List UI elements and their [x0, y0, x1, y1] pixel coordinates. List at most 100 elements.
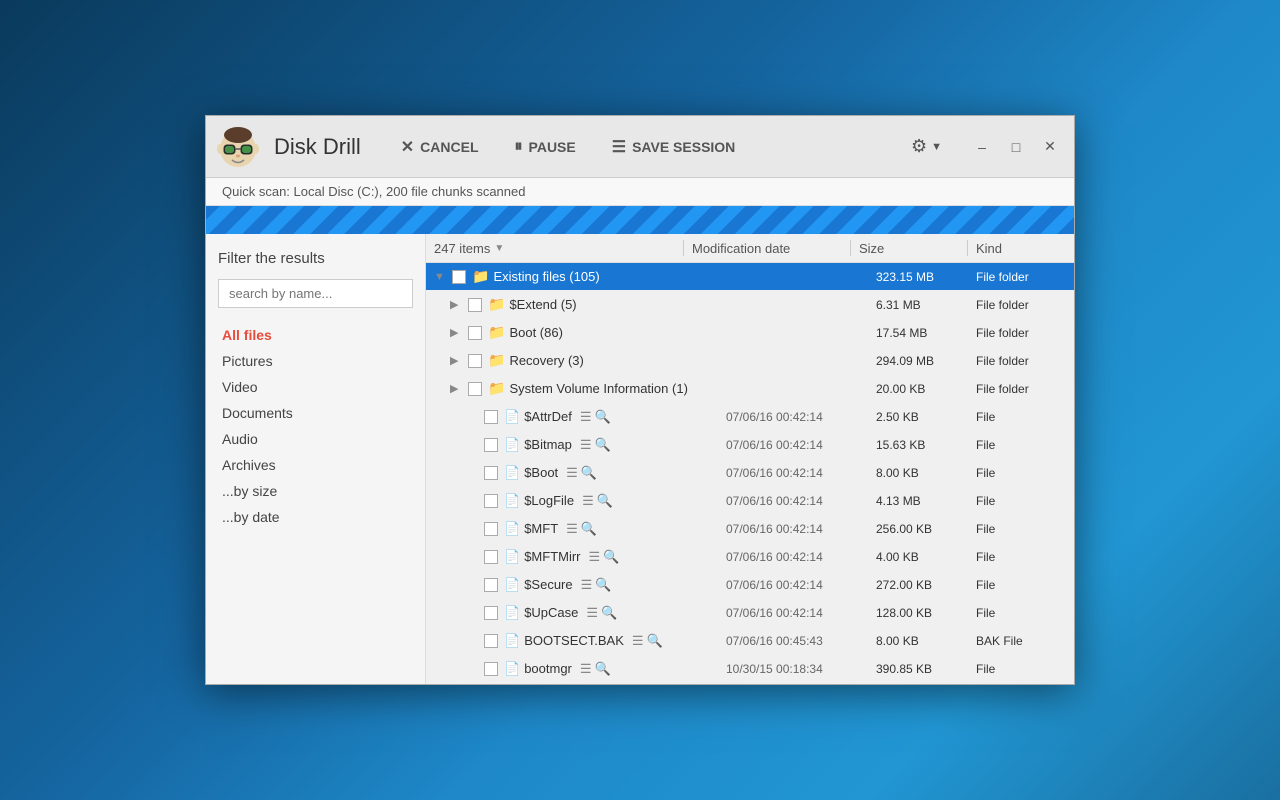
file-icon: 📄	[504, 437, 520, 453]
view-file-icon[interactable]: ☰	[566, 521, 578, 537]
search-file-icon[interactable]: 🔍	[647, 633, 663, 649]
view-file-icon[interactable]: ☰	[580, 437, 592, 453]
row-filename: $Bitmap	[524, 437, 572, 452]
view-file-icon[interactable]: ☰	[581, 577, 593, 593]
search-file-icon[interactable]: 🔍	[595, 409, 611, 425]
expand-icon[interactable]: ▶	[450, 382, 464, 395]
row-kind: File folder	[976, 382, 1066, 396]
row-checkbox[interactable]	[468, 382, 482, 396]
table-row[interactable]: 📄 $MFT ☰ 🔍 07/06/16 00:42:14 256.00 KB F…	[426, 515, 1074, 543]
view-file-icon[interactable]: ☰	[580, 661, 592, 677]
table-row[interactable]: 📄 $Boot ☰ 🔍 07/06/16 00:42:14 8.00 KB Fi…	[426, 459, 1074, 487]
file-icon: 📄	[504, 605, 520, 621]
row-checkbox[interactable]	[484, 410, 498, 424]
minimize-button[interactable]: –	[966, 131, 998, 163]
row-filename: $LogFile	[524, 493, 574, 508]
view-file-icon[interactable]: ☰	[586, 605, 598, 621]
table-row[interactable]: 📄 $UpCase ☰ 🔍 07/06/16 00:42:14 128.00 K…	[426, 599, 1074, 627]
sidebar-item-archives[interactable]: Archives	[218, 452, 413, 478]
row-date: 10/30/15 00:18:34	[726, 662, 876, 676]
sidebar-item-by-date[interactable]: ...by date	[218, 504, 413, 530]
row-checkbox[interactable]	[452, 270, 466, 284]
sort-arrow-icon: ▼	[494, 243, 504, 254]
table-row[interactable]: 📄 BOOTSECT.BAK ☰ 🔍 07/06/16 00:45:43 8.0…	[426, 627, 1074, 655]
sidebar-item-video[interactable]: Video	[218, 374, 413, 400]
row-checkbox[interactable]	[484, 578, 498, 592]
row-checkbox[interactable]	[484, 522, 498, 536]
view-file-icon[interactable]: ☰	[582, 493, 594, 509]
row-checkbox[interactable]	[484, 550, 498, 564]
save-session-button[interactable]: ☰ SAVE SESSION	[596, 129, 752, 165]
cancel-button[interactable]: ✕ CANCEL	[385, 129, 495, 165]
row-checkbox[interactable]	[484, 466, 498, 480]
file-icon: 📄	[504, 465, 520, 481]
table-row[interactable]: ▼ 📁 Existing files (105) 323.15 MB File …	[426, 263, 1074, 291]
search-file-icon[interactable]: 🔍	[581, 465, 597, 481]
sidebar-item-documents[interactable]: Documents	[218, 400, 413, 426]
row-kind: File folder	[976, 354, 1066, 368]
expand-icon[interactable]: ▶	[450, 298, 464, 311]
row-checkbox[interactable]	[468, 298, 482, 312]
row-date: 07/06/16 00:42:14	[726, 550, 876, 564]
close-button[interactable]: ✕	[1034, 131, 1066, 163]
view-file-icon[interactable]: ☰	[589, 549, 601, 565]
save-icon: ☰	[612, 137, 626, 157]
row-checkbox[interactable]	[484, 634, 498, 648]
table-row[interactable]: 📄 $Bitmap ☰ 🔍 07/06/16 00:42:14 15.63 KB…	[426, 431, 1074, 459]
table-row[interactable]: 📄 $LogFile ☰ 🔍 07/06/16 00:42:14 4.13 MB…	[426, 487, 1074, 515]
file-icon: 📄	[504, 493, 520, 509]
search-file-icon[interactable]: 🔍	[597, 493, 613, 509]
search-file-icon[interactable]: 🔍	[603, 549, 619, 565]
row-checkbox[interactable]	[484, 662, 498, 676]
row-checkbox[interactable]	[484, 494, 498, 508]
table-row[interactable]: ▶ 📁 $Extend (5) 6.31 MB File folder	[426, 291, 1074, 319]
sidebar-item-by-size[interactable]: ...by size	[218, 478, 413, 504]
row-kind: File	[976, 522, 1066, 536]
table-row[interactable]: ▶ 📁 Boot (86) 17.54 MB File folder	[426, 319, 1074, 347]
search-file-icon[interactable]: 🔍	[595, 577, 611, 593]
view-file-icon[interactable]: ☰	[580, 409, 592, 425]
table-row[interactable]: ▶ 📁 System Volume Information (1) 20.00 …	[426, 375, 1074, 403]
expand-icon[interactable]: ▶	[450, 326, 464, 339]
view-file-icon[interactable]: ☰	[632, 633, 644, 649]
table-row[interactable]: 📄 $MFTMirr ☰ 🔍 07/06/16 00:42:14 4.00 KB…	[426, 543, 1074, 571]
sidebar-item-audio[interactable]: Audio	[218, 426, 413, 452]
row-checkbox[interactable]	[484, 606, 498, 620]
maximize-button[interactable]: □	[1000, 131, 1032, 163]
settings-button[interactable]: ⚙ ▼	[899, 128, 954, 165]
sidebar-item-all-files[interactable]: All files	[218, 322, 413, 348]
row-filename: $Extend (5)	[509, 297, 576, 312]
search-file-icon[interactable]: 🔍	[595, 437, 611, 453]
main-window: Disk Drill ✕ CANCEL ⏸ PAUSE ☰ SAVE SESSI…	[205, 115, 1075, 685]
settings-dropdown-arrow: ▼	[931, 141, 942, 153]
row-filename: BOOTSECT.BAK	[524, 633, 624, 648]
row-checkbox[interactable]	[484, 438, 498, 452]
row-size: 8.00 KB	[876, 466, 976, 480]
filelist-body[interactable]: ▼ 📁 Existing files (105) 323.15 MB File …	[426, 263, 1074, 684]
row-checkbox[interactable]	[468, 326, 482, 340]
sidebar-item-pictures[interactable]: Pictures	[218, 348, 413, 374]
search-file-icon[interactable]: 🔍	[595, 661, 611, 677]
view-file-icon[interactable]: ☰	[566, 465, 578, 481]
search-file-icon[interactable]: 🔍	[581, 521, 597, 537]
search-input[interactable]	[218, 279, 413, 308]
file-icon: 📄	[504, 549, 520, 565]
row-kind: File	[976, 550, 1066, 564]
search-file-icon[interactable]: 🔍	[601, 605, 617, 621]
sidebar-nav: All files Pictures Video Documents Audio…	[218, 322, 413, 530]
main-content: Filter the results All files Pictures Vi…	[206, 234, 1074, 684]
table-row[interactable]: ▶ 📁 Recovery (3) 294.09 MB File folder	[426, 347, 1074, 375]
table-row[interactable]: 📄 $Secure ☰ 🔍 07/06/16 00:42:14 272.00 K…	[426, 571, 1074, 599]
row-filename: $AttrDef	[524, 409, 572, 424]
pause-button[interactable]: ⏸ PAUSE	[499, 130, 592, 164]
col-header-size: Size	[859, 241, 959, 256]
expand-icon[interactable]: ▶	[450, 354, 464, 367]
row-filename: $UpCase	[524, 605, 578, 620]
folder-icon: 📁	[488, 324, 505, 341]
table-row[interactable]: 📄 bootmgr ☰ 🔍 10/30/15 00:18:34 390.85 K…	[426, 655, 1074, 683]
column-divider-3	[967, 240, 968, 256]
row-checkbox[interactable]	[468, 354, 482, 368]
table-row[interactable]: 📄 $AttrDef ☰ 🔍 07/06/16 00:42:14 2.50 KB…	[426, 403, 1074, 431]
expand-icon[interactable]: ▼	[434, 271, 448, 283]
folder-icon: 📁	[488, 380, 505, 397]
